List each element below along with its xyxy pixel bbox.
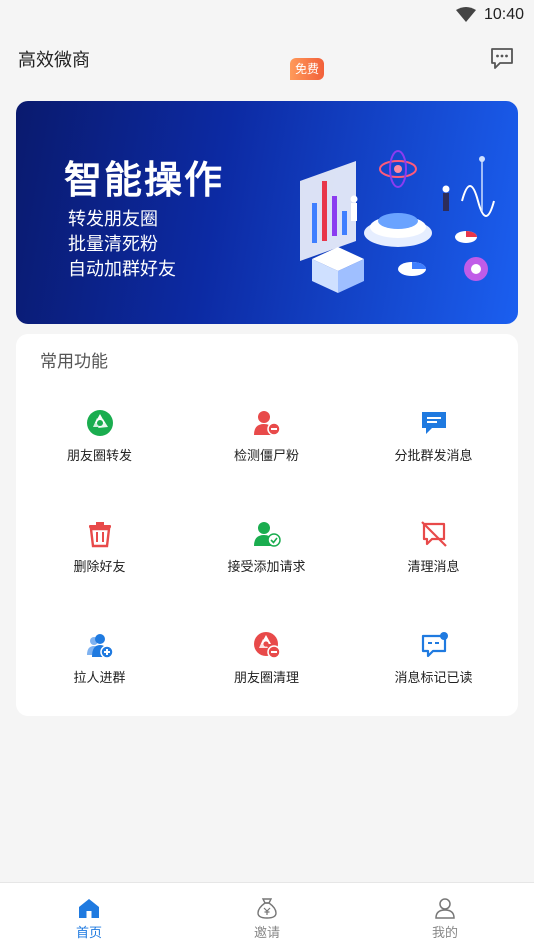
tab-label: 首页: [75, 926, 102, 941]
app-title: 高效微商: [18, 50, 90, 71]
banner-line: 自动加群好友: [68, 259, 176, 280]
status-time: 10:40: [483, 6, 524, 23]
function-clear-messages[interactable]: 清理消息: [350, 520, 517, 631]
tab-home[interactable]: 首页: [0, 883, 178, 949]
free-badge: 免费: [290, 58, 324, 80]
aperture-minus-icon: [254, 632, 281, 659]
function-mark-messages-read[interactable]: 消息标记已读: [350, 631, 517, 742]
tab-invite[interactable]: 邀请: [178, 883, 356, 949]
function-moments-forward[interactable]: 朋友圈转发: [16, 409, 183, 520]
status-right: 10:40: [455, 4, 524, 26]
aperture-icon: [87, 410, 113, 436]
chat-bubble-icon[interactable]: [488, 44, 516, 72]
banner-lines: 转发朋友圈 批量清死粉 自动加群好友: [68, 207, 176, 282]
function-label: 接受添加请求: [227, 560, 306, 575]
user-check-icon: [254, 522, 281, 547]
group-add-icon: [87, 634, 114, 659]
user-icon: [435, 898, 455, 919]
money-bag-icon: [257, 898, 277, 919]
message-square-icon: [422, 412, 446, 434]
function-batch-group-send[interactable]: 分批群发消息: [350, 409, 517, 520]
function-accept-add-requests[interactable]: 接受添加请求: [183, 520, 350, 631]
home-icon: [79, 899, 99, 918]
bottom-nav: 首页 邀请 我的: [0, 882, 534, 949]
message-read-icon: [421, 632, 448, 658]
section-title: 常用功能: [40, 352, 108, 372]
message-off-icon: [421, 521, 447, 547]
function-label: 朋友圈清理: [233, 671, 299, 686]
function-delete-friends[interactable]: 删除好友: [16, 520, 183, 631]
banner-line: 转发朋友圈: [68, 209, 158, 230]
tab-label: 邀请: [253, 926, 280, 941]
app-bar: 高效微商: [0, 30, 534, 88]
common-functions-card: 常用功能 朋友圈转发 检测僵尸粉 分批群发消息 删除好友 接受添加请求 清理消息…: [16, 334, 518, 716]
function-label: 拉人进群: [73, 671, 126, 686]
function-label: 分批群发消息: [394, 449, 473, 464]
wifi-icon: [455, 7, 476, 22]
function-detect-zombie-fans[interactable]: 检测僵尸粉: [183, 409, 350, 520]
function-label: 消息标记已读: [394, 671, 473, 686]
banner-title: 智能操作: [64, 158, 225, 202]
function-moments-cleanup[interactable]: 朋友圈清理: [183, 631, 350, 742]
banner-line: 批量清死粉: [68, 234, 158, 255]
promo-banner[interactable]: 智能操作 转发朋友圈 批量清死粉 自动加群好友: [16, 101, 518, 324]
banner-illustration: [300, 150, 495, 293]
tab-profile[interactable]: 我的: [356, 883, 534, 949]
function-label: 检测僵尸粉: [233, 449, 299, 464]
user-minus-icon: [254, 411, 281, 436]
trash-icon: [89, 522, 111, 548]
status-bar: 10:40: [0, 0, 534, 30]
function-label: 删除好友: [73, 560, 126, 575]
function-label: 清理消息: [407, 560, 460, 575]
tab-label: 我的: [431, 926, 458, 941]
function-pull-into-group[interactable]: 拉人进群: [16, 631, 183, 742]
function-label: 朋友圈转发: [66, 449, 132, 464]
